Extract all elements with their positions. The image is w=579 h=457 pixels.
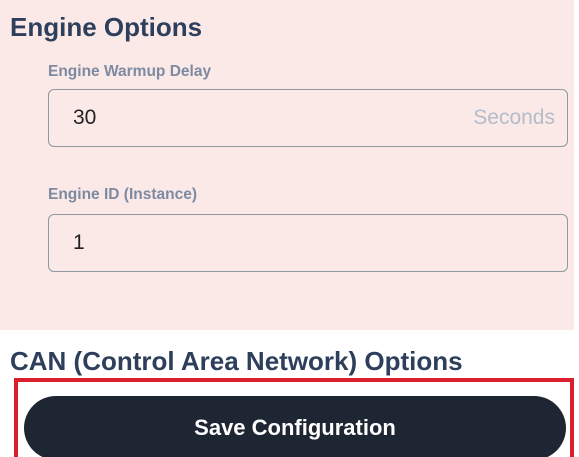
- save-configuration-label: Save Configuration: [194, 415, 396, 440]
- engine-id-label: Engine ID (Instance): [48, 186, 197, 203]
- engine-id-field[interactable]: 1: [48, 214, 568, 272]
- save-configuration-button[interactable]: Save Configuration: [24, 396, 566, 457]
- warmup-delay-unit: Seconds: [473, 106, 555, 129]
- engine-options-panel: [0, 0, 574, 330]
- engine-id-value[interactable]: 1: [73, 231, 555, 255]
- warmup-delay-value[interactable]: 30: [73, 106, 473, 130]
- engine-options-heading: Engine Options: [10, 12, 203, 42]
- can-options-heading: CAN (Control Area Network) Options: [10, 346, 463, 376]
- warmup-delay-label: Engine Warmup Delay: [48, 63, 212, 80]
- config-page: Engine Options Engine Warmup Delay 30 Se…: [0, 0, 579, 457]
- warmup-delay-field[interactable]: 30 Seconds: [48, 89, 568, 147]
